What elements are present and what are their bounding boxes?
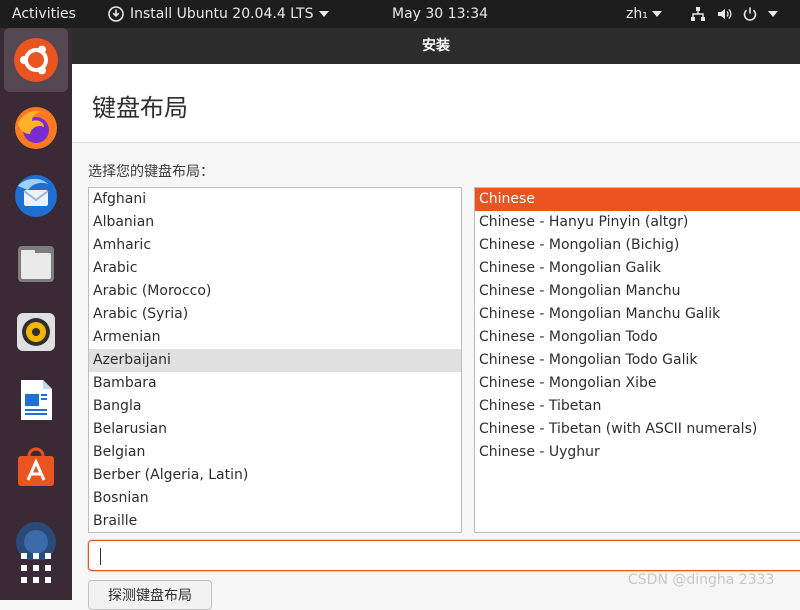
layout-item[interactable]: Amharic [89,234,461,257]
clock[interactable]: May 30 13:34 [392,0,488,28]
layout-item[interactable]: Bosnian [89,487,461,510]
variant-item[interactable]: Chinese - Tibetan [475,395,800,418]
files-icon [12,240,60,288]
dock-thunderbird[interactable] [4,164,68,228]
detect-layout-button[interactable]: 探测键盘布局 [88,580,212,610]
keyboard-layout-list[interactable]: Afghani Albanian Amharic Arabic Arabic (… [88,187,462,533]
keyboard-test-input[interactable] [88,540,800,571]
dock-rhythmbox[interactable] [4,300,68,364]
layout-item[interactable]: Belgian [89,441,461,464]
layout-item[interactable]: Bambara [89,372,461,395]
window-title: 安装 [72,28,800,64]
layout-prompt: 选择您的键盘布局： [88,164,214,180]
layout-item[interactable]: Berber (Algeria, Latin) [89,464,461,487]
top-bar: Activities Install Ubuntu 20.04.4 LTS Ma… [0,0,800,28]
page-header: 键盘布局 [72,64,800,143]
variant-item-selected[interactable]: Chinese [475,188,800,211]
dock-firefox[interactable] [4,96,68,160]
dock-show-applications[interactable] [4,536,68,600]
chevron-down-icon [651,11,662,17]
dock-ubuntu-installer[interactable] [4,28,68,92]
dock-libreoffice-writer[interactable] [4,368,68,432]
installer-app-icon [108,6,124,22]
system-tray[interactable] [690,0,778,28]
input-method-label: zh₁ [626,6,648,22]
layout-item[interactable]: Albanian [89,211,461,234]
app-menu[interactable]: Install Ubuntu 20.04.4 LTS [108,0,330,28]
ubuntu-installer-icon [12,36,60,84]
app-grid-icon [19,551,53,585]
installer-window: 安装 键盘布局 选择您的键盘布局： Afghani Albanian Amhar… [72,28,800,610]
layout-item[interactable]: Arabic (Syria) [89,303,461,326]
variant-item[interactable]: Chinese - Mongolian Todo Galik [475,349,800,372]
layout-item[interactable]: Braille [89,510,461,532]
software-center-icon [12,444,60,492]
keyboard-variant-list[interactable]: Chinese Chinese - Hanyu Pinyin (altgr) C… [474,187,800,533]
variant-item[interactable]: Chinese - Hanyu Pinyin (altgr) [475,211,800,234]
layout-item[interactable]: Bangla [89,395,461,418]
layout-item-highlighted[interactable]: Azerbaijani [89,349,461,372]
libreoffice-writer-icon [12,376,60,424]
layout-item[interactable]: Armenian [89,326,461,349]
dock-files[interactable] [4,232,68,296]
layout-item[interactable]: Afghani [89,188,461,211]
variant-item[interactable]: Chinese - Mongolian Galik [475,257,800,280]
variant-item[interactable]: Chinese - Mongolian (Bichig) [475,234,800,257]
firefox-icon [12,104,60,152]
rhythmbox-icon [12,308,60,356]
chevron-down-icon [319,11,330,17]
activities-button[interactable]: Activities [12,0,76,28]
dock [0,28,72,600]
app-menu-label: Install Ubuntu 20.04.4 LTS [130,6,314,22]
watermark: CSDN @dingha 2333 [628,572,775,588]
variant-item[interactable]: Chinese - Mongolian Todo [475,326,800,349]
thunderbird-icon [12,172,60,220]
power-icon [742,6,758,22]
input-method-menu[interactable]: zh₁ [626,0,662,28]
volume-icon [716,6,732,22]
variant-item[interactable]: Chinese - Uyghur [475,441,800,464]
layout-item[interactable]: Arabic [89,257,461,280]
chevron-down-icon [768,11,778,17]
dock-software-center[interactable] [4,436,68,500]
variant-item[interactable]: Chinese - Tibetan (with ASCII numerals) [475,418,800,441]
layout-item[interactable]: Arabic (Morocco) [89,280,461,303]
layout-item[interactable]: Belarusian [89,418,461,441]
variant-item[interactable]: Chinese - Mongolian Manchu [475,280,800,303]
page-title: 键盘布局 [92,94,188,122]
text-caret [100,548,101,565]
network-icon [690,6,706,22]
variant-item[interactable]: Chinese - Mongolian Manchu Galik [475,303,800,326]
variant-item[interactable]: Chinese - Mongolian Xibe [475,372,800,395]
